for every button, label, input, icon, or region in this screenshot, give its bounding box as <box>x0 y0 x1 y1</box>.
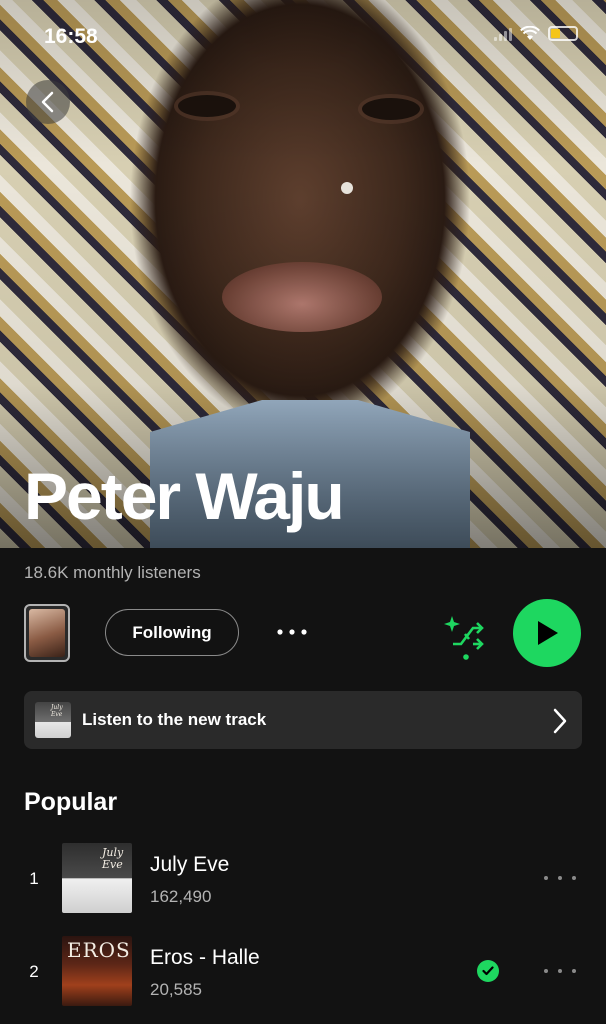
smart-shuffle-button[interactable] <box>443 612 489 662</box>
track-cover-text: July Eve <box>102 846 124 871</box>
preview-art <box>29 609 65 657</box>
saved-check-icon[interactable] <box>477 960 499 982</box>
status-bar-icons <box>494 26 578 41</box>
chevron-right-icon <box>553 708 567 734</box>
new-track-label: Listen to the new track <box>82 710 267 729</box>
more-options-button[interactable] <box>274 620 310 644</box>
track-row[interactable]: 1 July Eve July Eve 162,490 <box>0 843 606 917</box>
artist-preview-thumbnail[interactable] <box>24 604 70 662</box>
track-title: July Eve <box>150 853 230 876</box>
track-play-count: 162,490 <box>150 887 212 906</box>
play-button[interactable] <box>513 599 581 667</box>
status-bar-time: 16:58 <box>44 25 98 48</box>
cellular-signal-icon <box>494 27 512 41</box>
track-more-button[interactable] <box>544 964 576 978</box>
track-title: Eros - Halle <box>150 946 260 969</box>
more-dots-icon <box>277 629 307 635</box>
checkmark-icon <box>482 966 494 976</box>
track-rank: 1 <box>29 869 39 888</box>
new-track-art-text: July Eve <box>51 704 63 718</box>
track-cover-art: EROS <box>62 936 132 1006</box>
track-cover-art: July Eve <box>62 843 132 913</box>
track-cover-text: EROS <box>67 938 131 962</box>
track-play-count: 20,585 <box>150 980 202 999</box>
track-row[interactable]: 2 EROS Eros - Halle 20,585 <box>0 936 606 1010</box>
monthly-listeners: 18.6K monthly listeners <box>24 563 201 582</box>
new-track-art: July Eve <box>35 702 71 738</box>
chevron-left-icon <box>41 91 54 113</box>
track-more-button[interactable] <box>544 871 576 885</box>
play-icon <box>538 621 558 645</box>
artist-name: Peter Waju <box>24 459 345 533</box>
track-rank: 2 <box>29 962 39 981</box>
new-track-promo-card[interactable]: July Eve Listen to the new track <box>24 691 582 749</box>
popular-section-title: Popular <box>24 788 118 816</box>
battery-icon <box>548 26 578 41</box>
smart-shuffle-icon <box>444 616 484 660</box>
back-button[interactable] <box>26 80 70 124</box>
following-button[interactable]: Following <box>105 609 239 656</box>
wifi-icon <box>520 26 540 40</box>
